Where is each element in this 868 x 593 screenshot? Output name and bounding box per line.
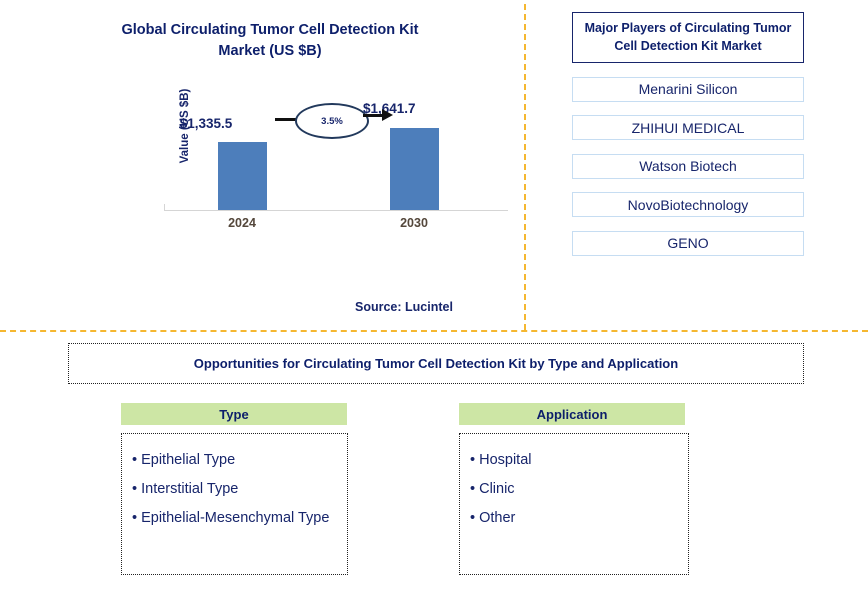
major-players-header: Major Players of Circulating Tumor Cell … [572,12,804,63]
bar-2030 [390,128,439,210]
opportunities-column-type: Type • Epithelial Type • Interstitial Ty… [121,403,348,575]
player-item: Menarini Silicon [572,76,804,102]
y-axis-tick [164,204,165,211]
column-heading-application: Application [459,403,685,425]
infographic-root: Global Circulating Tumor Cell Detection … [0,0,868,593]
column-body-type: • Epithelial Type • Interstitial Type • … [121,433,348,575]
x-tick-label-2030: 2030 [400,216,428,230]
list-item: • Clinic [470,481,515,497]
player-item: Watson Biotech [572,153,804,179]
list-item: • Epithelial Type [132,452,236,468]
player-item: GENO [572,230,804,256]
chart-title: Global Circulating Tumor Cell Detection … [60,20,480,62]
list-item: • Interstitial Type [132,481,239,497]
arrow-right-icon [382,109,393,121]
major-players-panel: Major Players of Circulating Tumor Cell … [572,12,804,256]
list-item: • Other [470,510,516,526]
chart-title-line-2: Market (US $B) [218,43,322,59]
bar-2024 [218,142,267,210]
cagr-value: 3.5% [321,115,343,127]
cagr-connector-line [275,118,297,121]
x-axis-line [164,210,508,211]
player-item: ZHIHUI MEDICAL [572,115,804,140]
opportunities-banner: Opportunities for Circulating Tumor Cell… [68,343,804,384]
bar-chart: Value (US $B) $1,335.5 $1,641.7 2024 203… [150,89,510,246]
cagr-ellipse: 3.5% [295,103,369,139]
player-item: NovoBiotechnology [572,192,804,217]
source-label: Source: Lucintel [355,300,453,314]
list-item: • Epithelial-Mesenchymal Type [132,510,330,526]
column-body-application: • Hospital • Clinic • Other [459,433,689,575]
cagr-annotation: 3.5% [275,100,410,140]
vertical-divider [524,4,526,330]
opportunities-column-application: Application • Hospital • Clinic • Other [459,403,689,575]
x-tick-label-2024: 2024 [228,216,256,230]
list-item: • Hospital [470,452,532,468]
column-heading-type: Type [121,403,347,425]
horizontal-divider [0,330,868,332]
chart-title-line-1: Global Circulating Tumor Cell Detection … [121,22,419,38]
bar-value-2024: $1,335.5 [179,116,233,131]
